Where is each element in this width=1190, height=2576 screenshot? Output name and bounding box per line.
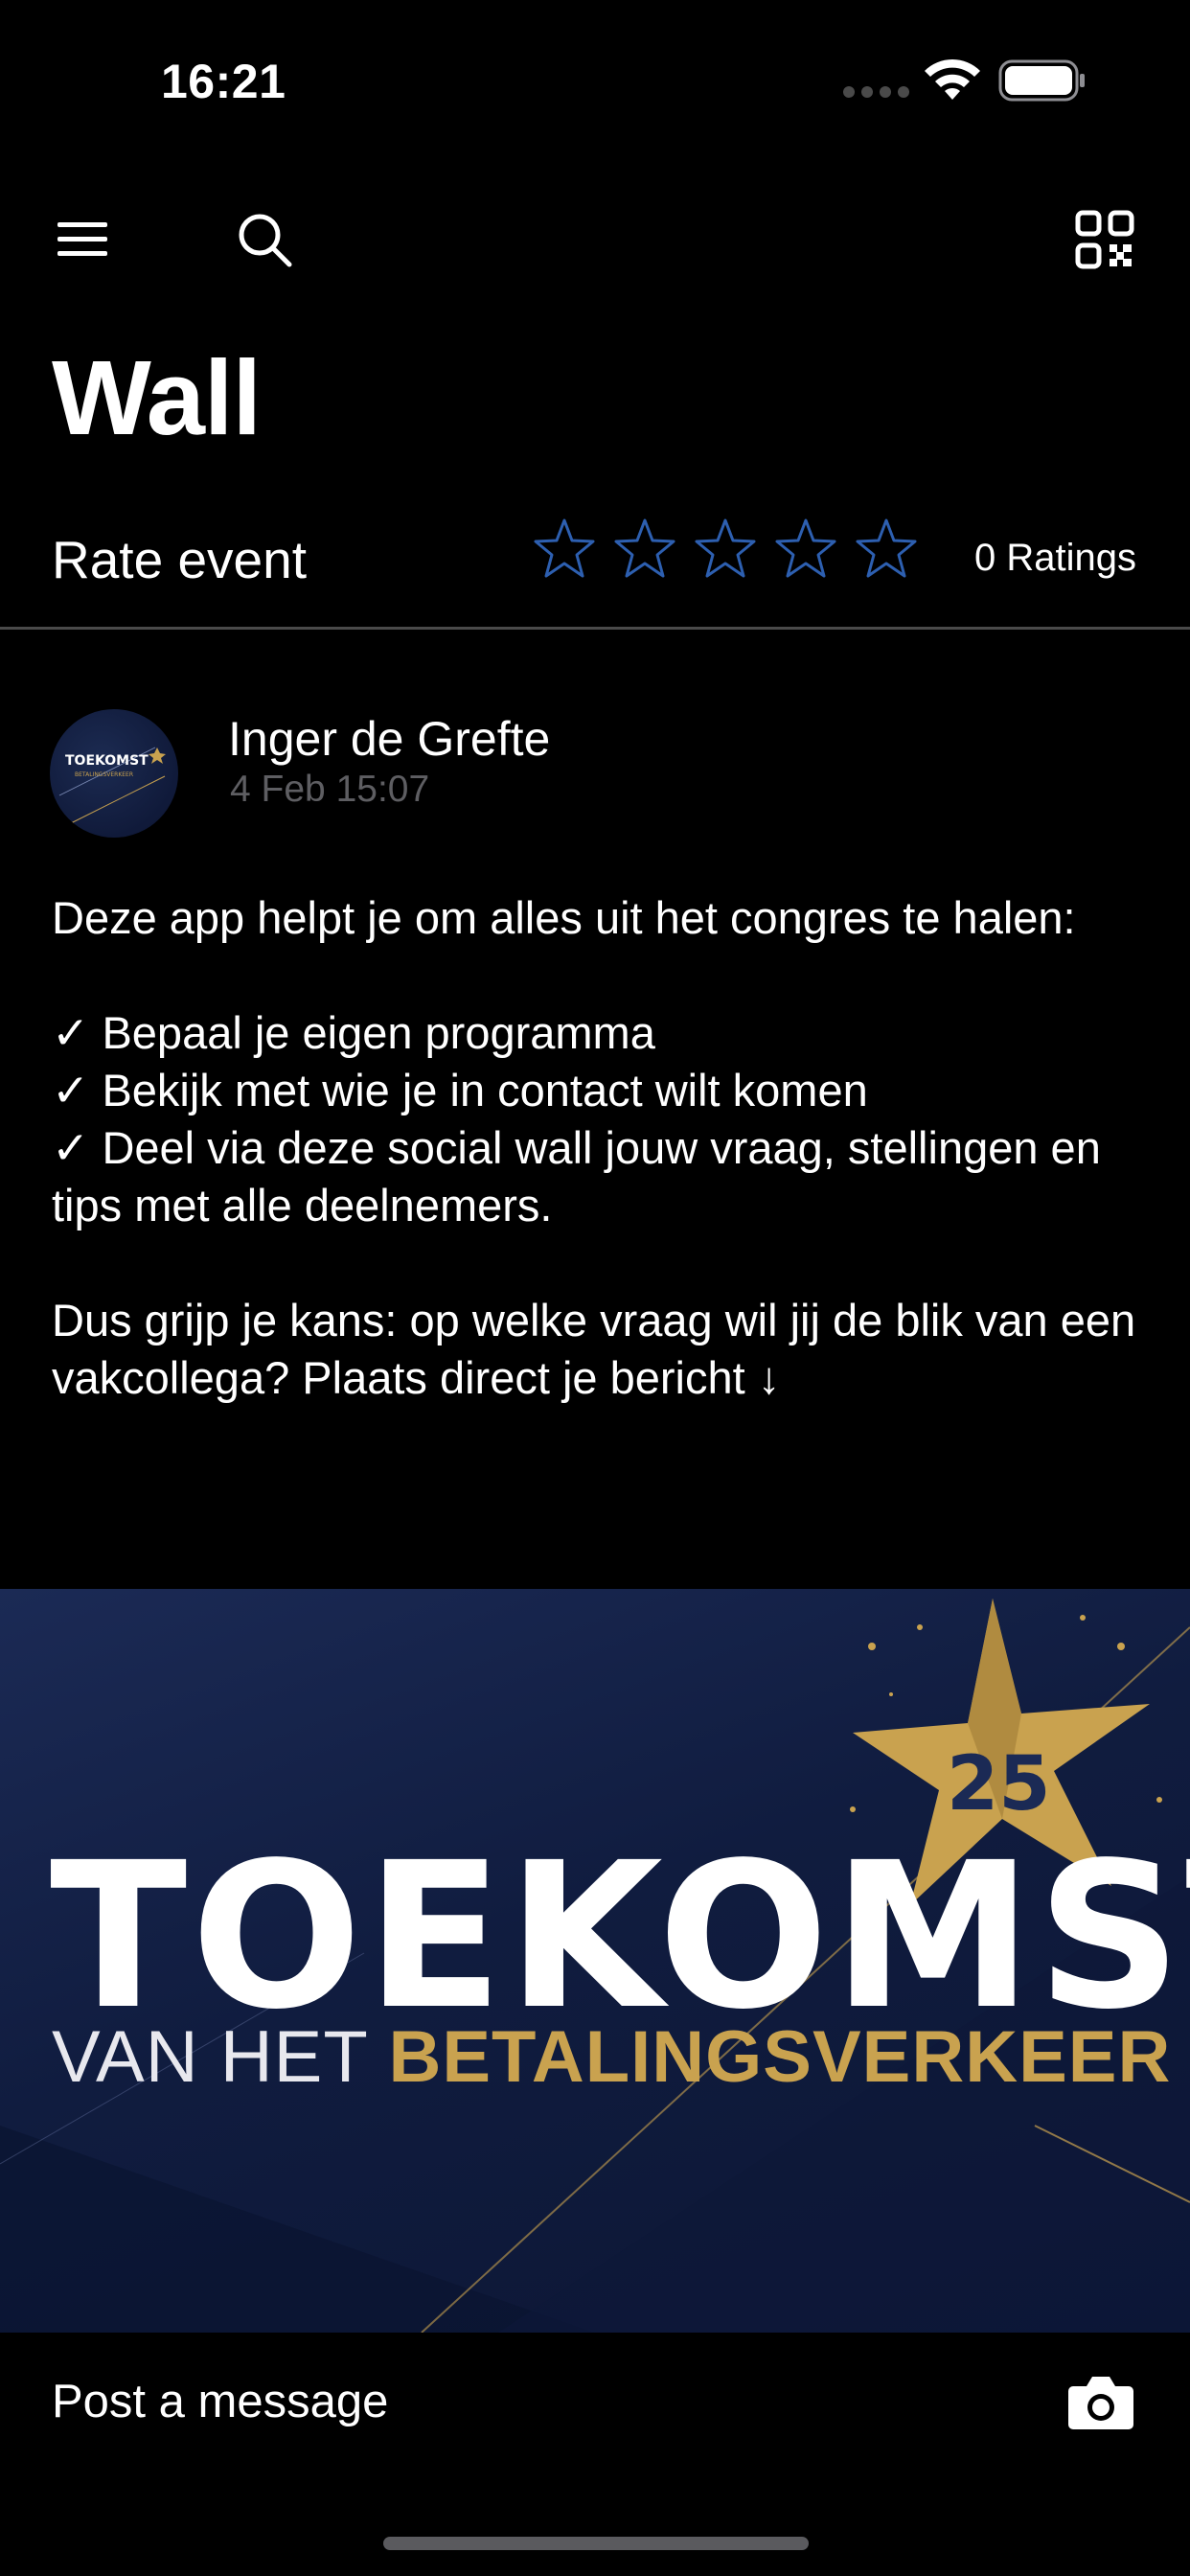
post-paragraph-1: Deze app helpt je om alles uit het congr… <box>52 892 1076 943</box>
star-3-icon[interactable] <box>694 518 757 581</box>
post-author[interactable]: Inger de Grefte <box>228 711 550 767</box>
divider <box>0 627 1190 630</box>
banner-subtitle-light: VAN HET <box>52 2016 389 2098</box>
camera-button[interactable] <box>1067 2373 1134 2430</box>
svg-text:BETALINGSVERKEER: BETALINGSVERKEER <box>75 771 133 778</box>
star-1-icon[interactable] <box>533 518 596 581</box>
star-4-icon[interactable] <box>774 518 837 581</box>
svg-text:TOEKOMST: TOEKOMST <box>65 753 149 769</box>
cellular-signal-icon <box>843 86 909 98</box>
wifi-icon <box>925 58 980 100</box>
post-paragraph-2: Dus grijp je kans: op welke vraag wil ji… <box>52 1295 1136 1403</box>
home-indicator <box>383 2537 809 2550</box>
rate-event-label: Rate event <box>52 530 308 589</box>
qr-code-icon <box>1075 210 1134 269</box>
menu-button[interactable] <box>48 209 117 270</box>
camera-icon <box>1068 2377 1133 2429</box>
toekomst-logo-avatar: TOEKOMST BETALINGSVERKEER <box>58 747 166 825</box>
search-button[interactable] <box>230 205 299 274</box>
page-title: Wall <box>52 339 262 457</box>
battery-icon <box>998 59 1085 102</box>
avatar[interactable]: TOEKOMST BETALINGSVERKEER <box>50 709 178 838</box>
post-list-item: ✓ Bepaal je eigen programma <box>52 1007 655 1058</box>
ratings-count[interactable]: 0 Ratings <box>974 537 1136 580</box>
message-composer: Post a message <box>0 2333 1190 2476</box>
banner-subtitle: VAN HET BETALINGSVERKEER <box>52 2015 1171 2099</box>
post-body: Deze app helpt je om alles uit het congr… <box>52 889 1154 1407</box>
rating-stars <box>533 518 918 581</box>
top-nav <box>0 192 1190 288</box>
star-2-icon[interactable] <box>613 518 676 581</box>
badge-number: 25 <box>947 1741 1051 1828</box>
post-list-item: ✓ Bekijk met wie je in contact wilt kome… <box>52 1065 868 1116</box>
hamburger-menu-icon <box>57 222 107 256</box>
status-bar: 16:21 <box>0 0 1190 144</box>
banner-subtitle-gold: BETALINGSVERKEER <box>388 2016 1172 2098</box>
search-icon <box>239 214 292 267</box>
star-5-icon[interactable] <box>855 518 918 581</box>
qr-scan-button[interactable] <box>1071 203 1138 276</box>
status-time: 16:21 <box>161 55 286 108</box>
post-image-banner[interactable]: 25 TOEKOMST VAN HET BETALINGSVERKEER <box>0 1589 1190 2333</box>
post-message-input[interactable]: Post a message <box>52 2375 388 2428</box>
post-list-item: ✓ Deel via deze social wall jouw vraag, … <box>52 1122 1101 1230</box>
post-timestamp: 4 Feb 15:07 <box>230 769 430 810</box>
rating-row: Rate event 0 Ratings <box>0 518 1190 628</box>
